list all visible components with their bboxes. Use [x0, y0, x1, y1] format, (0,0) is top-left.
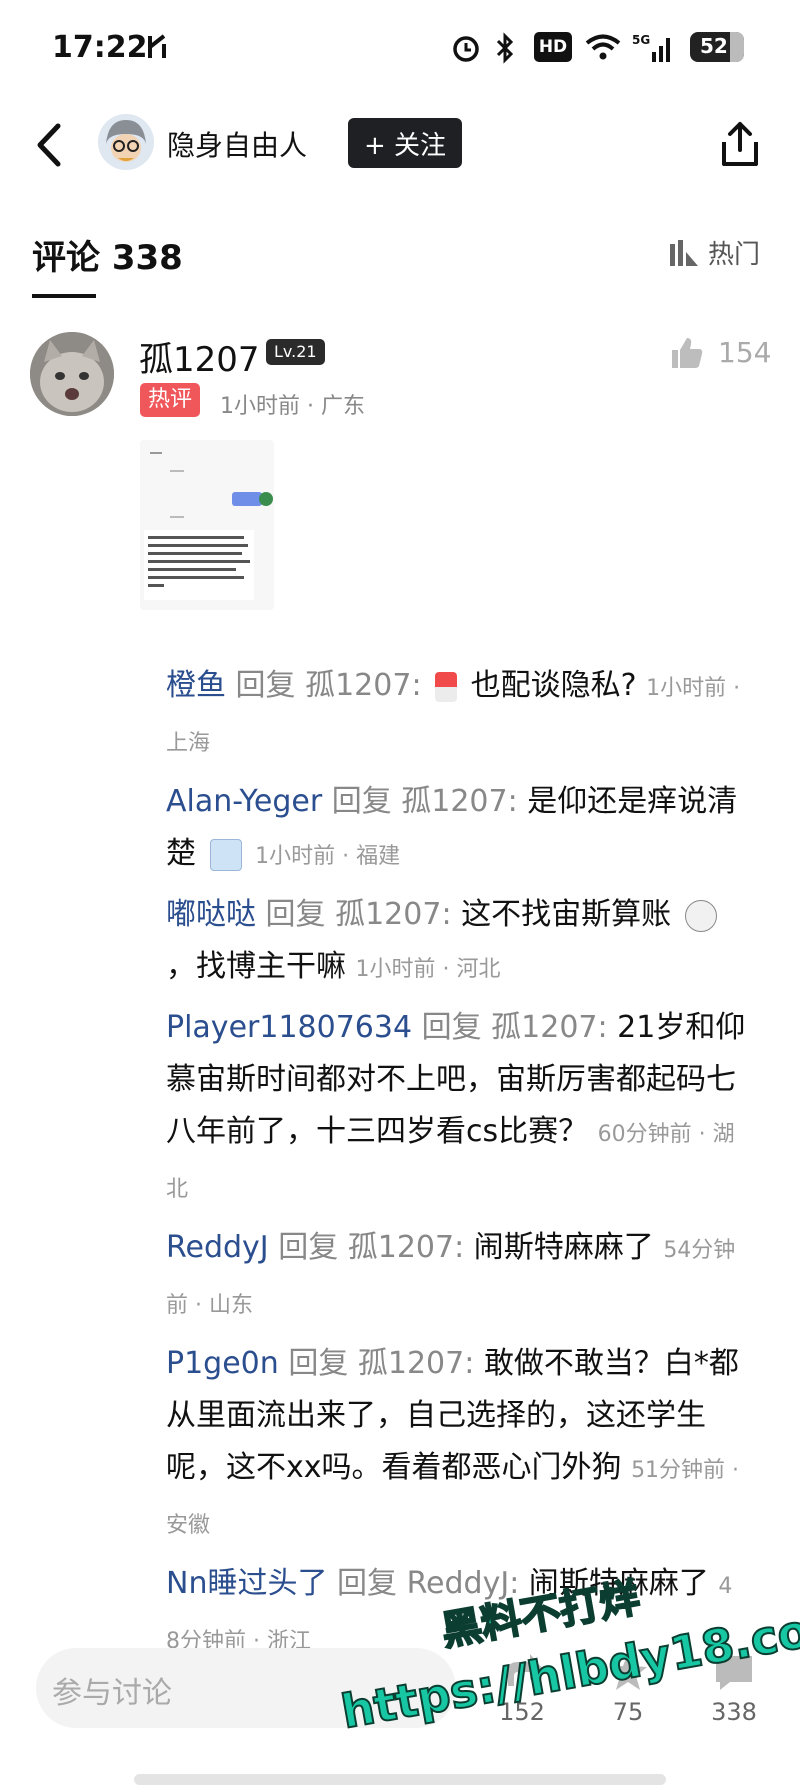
chat-screenshot-thumbnail — [140, 440, 274, 610]
share-icon[interactable] — [718, 120, 762, 168]
level-badge: Lv.21 — [266, 339, 325, 365]
reply-target[interactable]: 孤1207: — [491, 1010, 607, 1045]
like-count: 154 — [718, 336, 772, 369]
cup-emoji-icon — [209, 838, 242, 871]
reply-target[interactable]: 孤1207: — [348, 1230, 464, 1265]
back-icon[interactable] — [30, 120, 70, 170]
reply-user[interactable]: Alan-Yeger — [166, 784, 322, 819]
sort-dropdown[interactable]: 热门 — [668, 234, 760, 271]
tab-underline — [32, 294, 96, 298]
sort-label: 热门 — [708, 240, 761, 270]
status-bar: 17:22 HD 5G 52 — [0, 0, 800, 100]
reply-target[interactable]: 孤1207: — [305, 668, 421, 703]
reply-user[interactable]: Nn睡过头了 — [166, 1566, 327, 1601]
reply-item[interactable]: 橙鱼 回复 孤1207: 也配谈隐私? 1小时前 · 上海 — [166, 660, 746, 770]
reply-word: 回复 — [278, 1230, 339, 1265]
reply-word: 回复 — [288, 1346, 349, 1381]
reply-user[interactable]: ReddyJ — [166, 1230, 269, 1265]
sort-bars-icon — [670, 239, 698, 266]
comment-count: 338 — [711, 1698, 757, 1726]
reply-text-continued: ，找博主干嘛 — [166, 949, 346, 984]
hd-icon: HD — [534, 32, 572, 62]
reply-target[interactable]: 孤1207: — [335, 897, 451, 932]
reply-item[interactable]: Alan-Yeger 回复 孤1207: 是仰还是痒说清楚 1小时前 · 福建 — [166, 776, 746, 883]
reply-target[interactable]: 孤1207: — [401, 784, 517, 819]
reply-item[interactable]: P1ge0n 回复 孤1207: 敢做不敢当？白*都从里面流出来了，自己选择的，… — [166, 1338, 746, 1552]
reply-text: 这不找宙斯算账 — [461, 897, 672, 932]
reply-user[interactable]: Player11807634 — [166, 1010, 412, 1045]
cellular-5g-icon: 5G — [632, 33, 670, 62]
battery-level: 52 — [700, 34, 728, 58]
author-name[interactable]: 隐身自由人 — [167, 124, 307, 164]
reply-text: 闹斯特麻麻了 — [473, 1230, 654, 1265]
commenter-name[interactable]: 孤1207 — [139, 332, 260, 381]
author-avatar[interactable] — [98, 114, 154, 170]
thumbs-up-icon[interactable] — [668, 334, 704, 370]
favorite-count: 75 — [612, 1698, 644, 1726]
reply-user[interactable]: P1ge0n — [166, 1346, 279, 1381]
red-white-emoji-icon — [435, 671, 458, 702]
home-indicator — [134, 1774, 666, 1785]
reply-target[interactable]: 孤1207: — [358, 1346, 474, 1381]
reply-time: 1小时前 · 福建 — [255, 844, 401, 869]
chat-screenshot-image[interactable] — [140, 440, 274, 610]
reply-user[interactable]: 橙鱼 — [166, 668, 226, 703]
status-time: 17:22 — [52, 30, 148, 65]
reply-word: 回复 — [337, 1566, 398, 1601]
comments-count-tab[interactable]: 评论 338 — [32, 230, 183, 279]
reply-word: 回复 — [421, 1010, 482, 1045]
cat-avatar-icon — [30, 332, 114, 416]
battery-icon: 52 — [690, 32, 744, 62]
wifi-icon — [585, 34, 621, 60]
comment-input-placeholder: 参与讨论 — [52, 1676, 172, 1711]
reply-text: 也配谈隐私? — [470, 668, 637, 703]
cartoon-avatar-icon — [98, 114, 154, 170]
reply-item[interactable]: ReddyJ 回复 孤1207: 闹斯特麻麻了 54分钟前 · 山东 — [166, 1222, 746, 1332]
alarm-icon — [453, 36, 479, 62]
svg-text:5G: 5G — [632, 33, 650, 47]
reply-word: 回复 — [331, 784, 392, 819]
reply-item[interactable]: 嘟哒哒 回复 孤1207: 这不找宙斯算账 ，找博主干嘛 1小时前 · 河北 — [166, 889, 746, 996]
reply-user[interactable]: 嘟哒哒 — [166, 897, 256, 932]
commenter-avatar[interactable] — [30, 332, 114, 416]
hot-comment-badge: 热评 — [140, 383, 201, 417]
reply-time: 1小时前 · 河北 — [355, 957, 501, 982]
signal-sync-icon — [148, 34, 166, 58]
reply-word: 回复 — [265, 897, 326, 932]
comment-meta: 1小时前 · 广东 — [220, 394, 365, 419]
follow-button[interactable]: + 关注 — [348, 118, 462, 168]
bluetooth-icon — [496, 32, 514, 64]
reply-word: 回复 — [235, 668, 296, 703]
reply-item[interactable]: Player11807634 回复 孤1207: 21岁和仰慕宙斯时间都对不上吧… — [166, 1002, 746, 1216]
face-emoji-icon — [684, 899, 717, 932]
reply-list: 橙鱼 回复 孤1207: 也配谈隐私? 1小时前 · 上海 Alan-Yeger… — [166, 660, 746, 1674]
